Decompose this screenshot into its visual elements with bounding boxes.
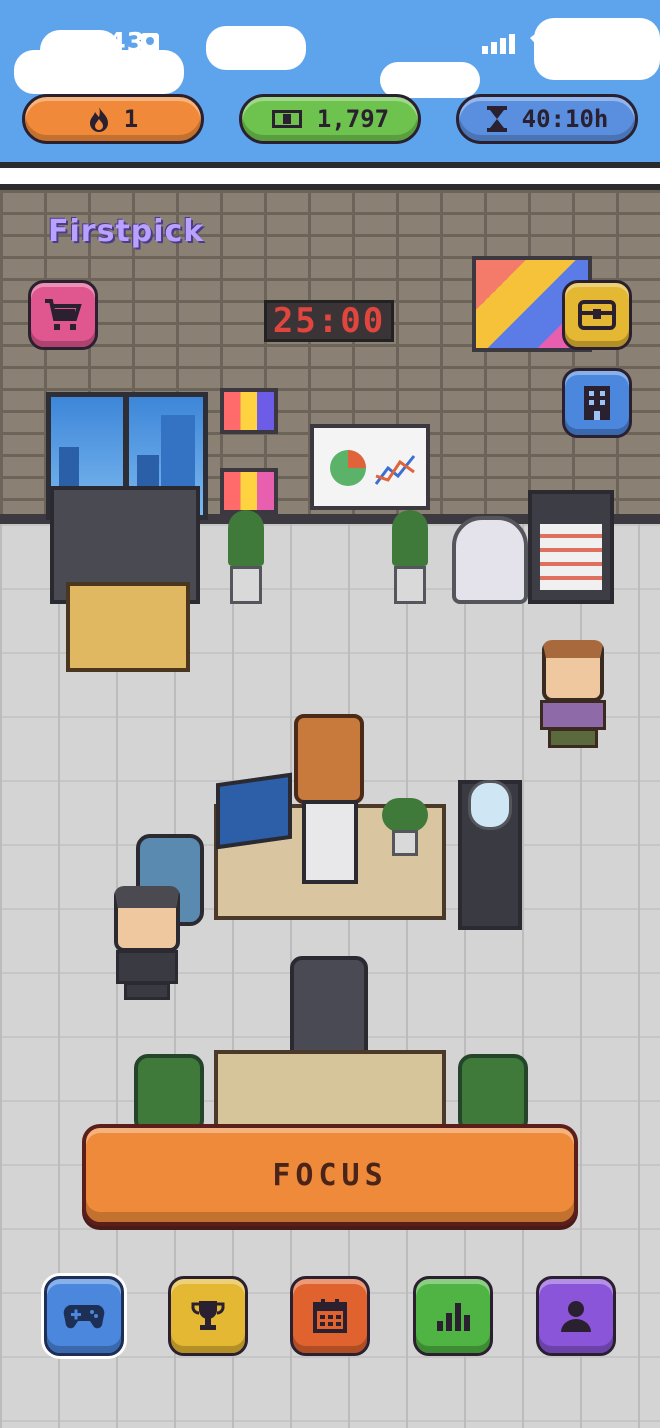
trophy-icon — [191, 1301, 225, 1330]
nav-game-button[interactable] — [44, 1276, 124, 1356]
player-character — [110, 886, 184, 1002]
small-painting — [220, 388, 278, 434]
bush-plant — [458, 1054, 528, 1134]
focus-mode-icon — [141, 33, 159, 55]
hours-value: 40:10h — [521, 105, 609, 133]
battery-level: 63 — [578, 34, 602, 54]
building-button[interactable] — [562, 368, 632, 438]
coworker-character — [536, 640, 610, 750]
whiteboard-chart-drawing — [330, 450, 416, 486]
cart-icon — [45, 299, 82, 330]
shop-button[interactable] — [28, 280, 98, 350]
cloud — [206, 26, 306, 70]
nav-trophy-button[interactable] — [168, 1276, 248, 1356]
chest-button[interactable] — [562, 280, 632, 350]
battery-indicator: 63 — [568, 32, 617, 56]
money-value: 1,797 — [316, 105, 390, 133]
focus-button-label: FOCUS — [272, 1157, 388, 1193]
nav-profile-button[interactable] — [536, 1276, 616, 1356]
potted-plant — [224, 510, 268, 604]
bush-plant — [134, 1054, 204, 1134]
bar-chart-icon — [437, 1303, 470, 1331]
calendar-icon — [313, 1299, 347, 1333]
brand-logo: Firstpick — [48, 214, 205, 249]
hourglass-icon — [486, 106, 507, 132]
potted-plant — [388, 510, 432, 604]
water-cooler — [458, 780, 522, 930]
signal-icon — [482, 34, 515, 54]
streak-value: 1 — [123, 105, 139, 133]
computer-monitor — [216, 772, 292, 850]
money-counter[interactable]: 1,797 — [239, 94, 421, 144]
vending-fridge — [528, 490, 614, 604]
treasure-chest-icon — [578, 300, 616, 330]
armchair — [452, 516, 528, 604]
wall-clock: 25:00 — [264, 300, 394, 342]
whiteboard — [310, 424, 430, 510]
header-divider — [0, 162, 660, 190]
streak-counter[interactable]: 1 — [22, 94, 204, 144]
nav-stats-button[interactable] — [413, 1276, 493, 1356]
flame-icon — [89, 107, 108, 132]
coffee-table — [66, 582, 190, 672]
user-icon — [561, 1301, 591, 1332]
cash-icon — [271, 110, 302, 128]
focus-button[interactable]: FOCUS — [82, 1124, 578, 1226]
timer-display: 25:00 — [272, 301, 386, 341]
wifi-icon — [530, 32, 556, 52]
status-time: 13:43 — [58, 28, 146, 58]
hours-counter[interactable]: 40:10h — [456, 94, 638, 144]
gamepad-icon — [63, 1305, 105, 1329]
desk-printer — [302, 800, 358, 884]
small-painting — [220, 468, 278, 514]
building-icon — [584, 386, 610, 420]
desk-plant — [380, 798, 430, 858]
office-chair — [294, 714, 364, 804]
nav-calendar-button[interactable] — [290, 1276, 370, 1356]
cloud — [380, 62, 480, 98]
